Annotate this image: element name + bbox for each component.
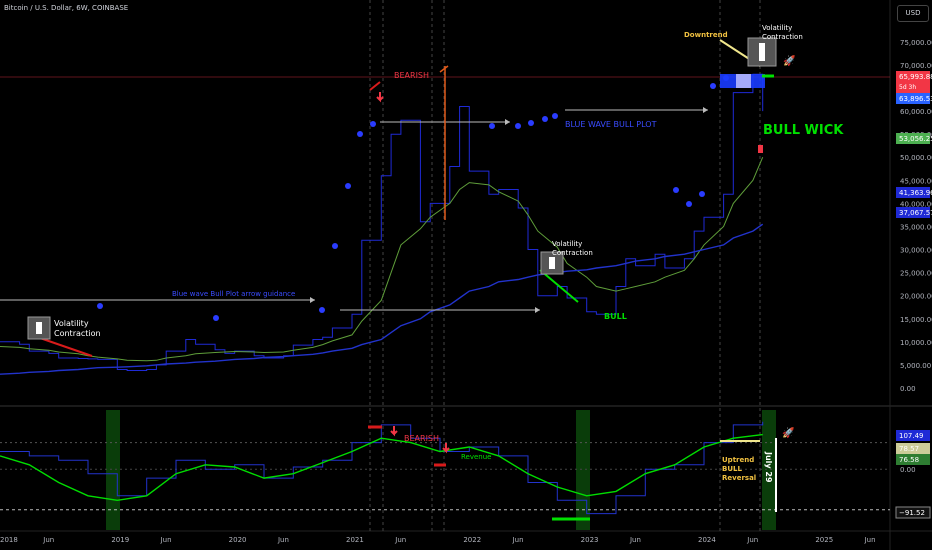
signal-dot-15: [710, 83, 716, 89]
vc-box-left-icon: [36, 322, 42, 334]
vc-left-label: Volatility: [54, 319, 89, 328]
time-tick: 2025: [815, 536, 833, 544]
blue-wave-label: BLUE WAVE BULL PLOT: [565, 120, 657, 129]
osc-arrow-icon-1: [390, 426, 398, 437]
chart-title: Bitcoin / U.S. Dollar, 6W, COINBASE: [4, 4, 129, 12]
signal-dot-1: [213, 315, 219, 321]
signal-dot-9: [528, 120, 534, 126]
green-zone-0: [106, 410, 120, 530]
signal-dot-8: [515, 123, 521, 129]
guidance-arrowhead-2: [505, 119, 510, 125]
time-tick: 2021: [346, 536, 364, 544]
price-tick: 60,000.00: [900, 108, 932, 116]
time-tick: 2020: [229, 536, 247, 544]
price-badge-label: 53,056.25: [899, 135, 932, 143]
signal-dot-11: [552, 113, 558, 119]
time-tick: Jun: [746, 536, 758, 544]
time-tick: Jun: [629, 536, 641, 544]
bearish-label: BEARISH: [394, 71, 429, 80]
price-tick: 75,000.00: [900, 39, 932, 47]
uptrend-label: Uptrend: [722, 456, 754, 464]
time-tick: 2018: [0, 536, 18, 544]
revenue-label: Revenue: [461, 453, 492, 461]
price-tick: 45,000.00: [900, 177, 932, 185]
price-series-0: [0, 73, 764, 371]
signal-dot-2: [319, 307, 325, 313]
vc-top-label: Contraction: [762, 33, 803, 41]
price-badge-label: 65,993.88: [899, 73, 932, 81]
price-tick: 10,000.00: [900, 339, 932, 347]
bull-wick-label: BULL WICK: [763, 123, 844, 138]
time-tick: 2019: [111, 536, 129, 544]
signal-dot-5: [357, 131, 363, 137]
vc-box-mid-icon: [549, 257, 555, 269]
price-tick: 15,000.00: [900, 316, 932, 324]
signal-dot-10: [542, 116, 548, 122]
price-tick: 30,000.00: [900, 247, 932, 255]
osc-badge-label: −91.52: [899, 509, 925, 517]
time-tick: 2022: [463, 536, 481, 544]
time-tick: 2023: [581, 536, 599, 544]
time-tick: Jun: [160, 536, 172, 544]
vc-box-top-icon: [759, 43, 765, 61]
time-tick: Jun: [512, 536, 524, 544]
bearish-arrow-icon: [376, 92, 384, 103]
osc-badge-label: 76.58: [899, 456, 919, 464]
bull-label: BULL: [604, 312, 627, 321]
price-tick: 70,000.00: [900, 62, 932, 70]
price-tick: 5,000.00: [900, 362, 931, 370]
blue-wave-guidance-label: Blue wave Bull Plot arrow guidance: [172, 290, 295, 298]
uptrend-label: Reversal: [722, 474, 756, 482]
osc-tick: 0.00: [900, 466, 916, 474]
red-diagonal-left: [39, 337, 93, 357]
green-diagonal-mid: [539, 269, 579, 303]
osc-rocket-icon: 🚀: [782, 426, 795, 439]
rocket-icon: 🚀: [783, 54, 796, 67]
downtrend-label: Downtrend: [684, 31, 728, 39]
price-tick: 25,000.00: [900, 270, 932, 278]
time-tick: Jun: [277, 536, 289, 544]
signal-dot-3: [332, 243, 338, 249]
price-chart[interactable]: 75,000.0070,000.0060,000.0055,000.0050,0…: [0, 0, 932, 550]
time-tick: Jun: [864, 536, 876, 544]
signal-dot-14: [699, 191, 705, 197]
price-badge-label: 63,896.53: [899, 95, 932, 103]
time-tick: 2024: [698, 536, 716, 544]
vc-mid-label: Volatility: [552, 240, 582, 248]
green-zone-1: [576, 410, 590, 530]
guidance-arrowhead-1: [535, 307, 540, 313]
time-tick: Jun: [42, 536, 54, 544]
osc-badge-label: 107.49: [899, 432, 924, 440]
signal-dot-12: [673, 187, 679, 193]
price-tick: 20,000.00: [900, 293, 932, 301]
vc-top-label: Volatility: [762, 24, 792, 32]
red-marker: [758, 145, 763, 153]
signal-dot-0: [97, 303, 103, 309]
price-tick: 50,000.00: [900, 154, 932, 162]
signal-dot-4: [345, 183, 351, 189]
osc-badge-label: 78.57: [899, 445, 919, 453]
vc-left-label: Contraction: [54, 329, 101, 338]
currency-button[interactable]: USD: [897, 5, 929, 22]
signal-dot-7: [489, 123, 495, 129]
price-badge-sub: 5d 3h: [899, 84, 916, 91]
july-label: July 29: [764, 451, 773, 483]
signal-dot-6: [370, 121, 376, 127]
highlight-block-inner: [736, 74, 751, 88]
price-badge-label: 37,067.57: [899, 209, 932, 217]
uptrend-label: BULL: [722, 465, 742, 473]
signal-dot-13: [686, 201, 692, 207]
guidance-arrowhead-0: [310, 297, 315, 303]
osc-bearish-label: BEARISH: [404, 434, 439, 443]
price-tick: 0.00: [900, 385, 916, 393]
price-tick: 35,000.00: [900, 223, 932, 231]
price-badge-label: 41,363.96: [899, 189, 932, 197]
time-tick: Jun: [394, 536, 406, 544]
vc-mid-label: Contraction: [552, 249, 593, 257]
guidance-arrowhead-3: [703, 107, 708, 113]
red-tick-top: [369, 81, 381, 91]
